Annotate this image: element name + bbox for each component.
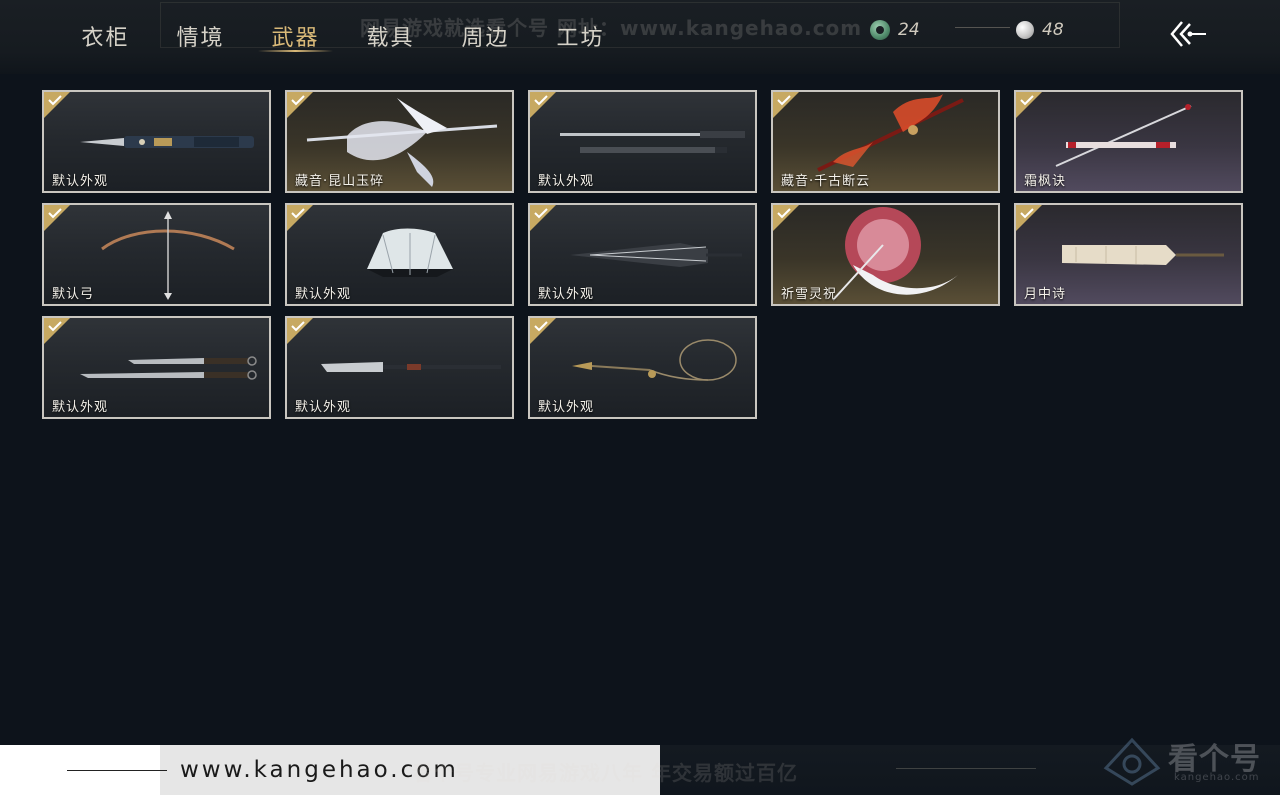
- tab-scene[interactable]: 情境: [153, 0, 248, 70]
- check-icon: [777, 208, 791, 219]
- check-icon: [48, 208, 62, 219]
- jade-currency: 24: [870, 20, 920, 40]
- jade-currency-value: 24: [898, 20, 920, 40]
- weapon-card[interactable]: 默认外观: [528, 316, 757, 419]
- jade-coin-icon: [870, 20, 890, 40]
- silver-currency-value: 48: [1042, 20, 1064, 40]
- silver-coin-icon: [1016, 21, 1034, 39]
- weapon-name: 默认弓: [52, 287, 95, 302]
- divider-line: [896, 768, 1036, 769]
- tab-weapons[interactable]: 武器: [248, 0, 343, 70]
- weapon-card[interactable]: 默认外观: [285, 203, 514, 306]
- weapon-card[interactable]: 默认外观: [285, 316, 514, 419]
- check-icon: [1020, 95, 1034, 106]
- weapon-card[interactable]: 月中诗: [1014, 203, 1243, 306]
- weapon-name: 藏音·昆山玉碎: [295, 174, 385, 189]
- check-icon: [291, 95, 305, 106]
- weapon-card[interactable]: 默认外观: [42, 316, 271, 419]
- divider-line: [955, 27, 1010, 28]
- weapon-card[interactable]: 藏音·昆山玉碎: [285, 90, 514, 193]
- brand-domain: kangehao.com: [1174, 772, 1260, 783]
- category-tabs: 衣柜 情境 武器 载具 周边 工坊: [58, 0, 628, 70]
- top-nav-bar: 网易游戏就选看个号 网址：www.kangehao.com 衣柜 情境 武器 载…: [0, 0, 1280, 74]
- weapon-card[interactable]: 默认外观: [42, 90, 271, 193]
- check-icon: [534, 208, 548, 219]
- weapon-name: 祈雪灵祝: [781, 287, 838, 302]
- check-icon: [291, 208, 305, 219]
- weapon-card[interactable]: 祈雪灵祝: [771, 203, 1000, 306]
- url-line: [67, 770, 167, 771]
- check-icon: [1020, 208, 1034, 219]
- weapon-card[interactable]: 默认外观: [528, 90, 757, 193]
- weapon-name: 默认外观: [295, 400, 352, 415]
- weapon-card[interactable]: 霜枫诀: [1014, 90, 1243, 193]
- watermark-slogan: 看个号专业网易游戏八年 年交易额过百亿: [412, 761, 798, 785]
- check-icon: [777, 95, 791, 106]
- weapon-name: 默认外观: [538, 174, 595, 189]
- weapon-card[interactable]: 默认外观: [528, 203, 757, 306]
- weapon-card[interactable]: 默认弓: [42, 203, 271, 306]
- weapon-name: 默认外观: [538, 287, 595, 302]
- check-icon: [534, 95, 548, 106]
- weapon-name: 默认外观: [295, 287, 352, 302]
- tab-vehicles[interactable]: 载具: [343, 0, 438, 70]
- silver-currency: 48: [1016, 20, 1064, 40]
- tab-workshop[interactable]: 工坊: [533, 0, 628, 70]
- weapon-name: 默认外观: [538, 400, 595, 415]
- back-arrow-icon: [1170, 21, 1206, 47]
- tab-wardrobe[interactable]: 衣柜: [58, 0, 153, 70]
- weapon-name: 月中诗: [1024, 287, 1067, 302]
- check-icon: [48, 95, 62, 106]
- check-icon: [48, 321, 62, 332]
- weapon-name: 霜枫诀: [1024, 174, 1067, 189]
- weapon-card[interactable]: 藏音·千古断云: [771, 90, 1000, 193]
- weapon-name: 默认外观: [52, 400, 109, 415]
- check-icon: [534, 321, 548, 332]
- tab-merchandise[interactable]: 周边: [438, 0, 533, 70]
- weapon-name: 藏音·千古断云: [781, 174, 871, 189]
- back-button[interactable]: [1166, 16, 1210, 52]
- check-icon: [291, 321, 305, 332]
- weapon-name: 默认外观: [52, 174, 109, 189]
